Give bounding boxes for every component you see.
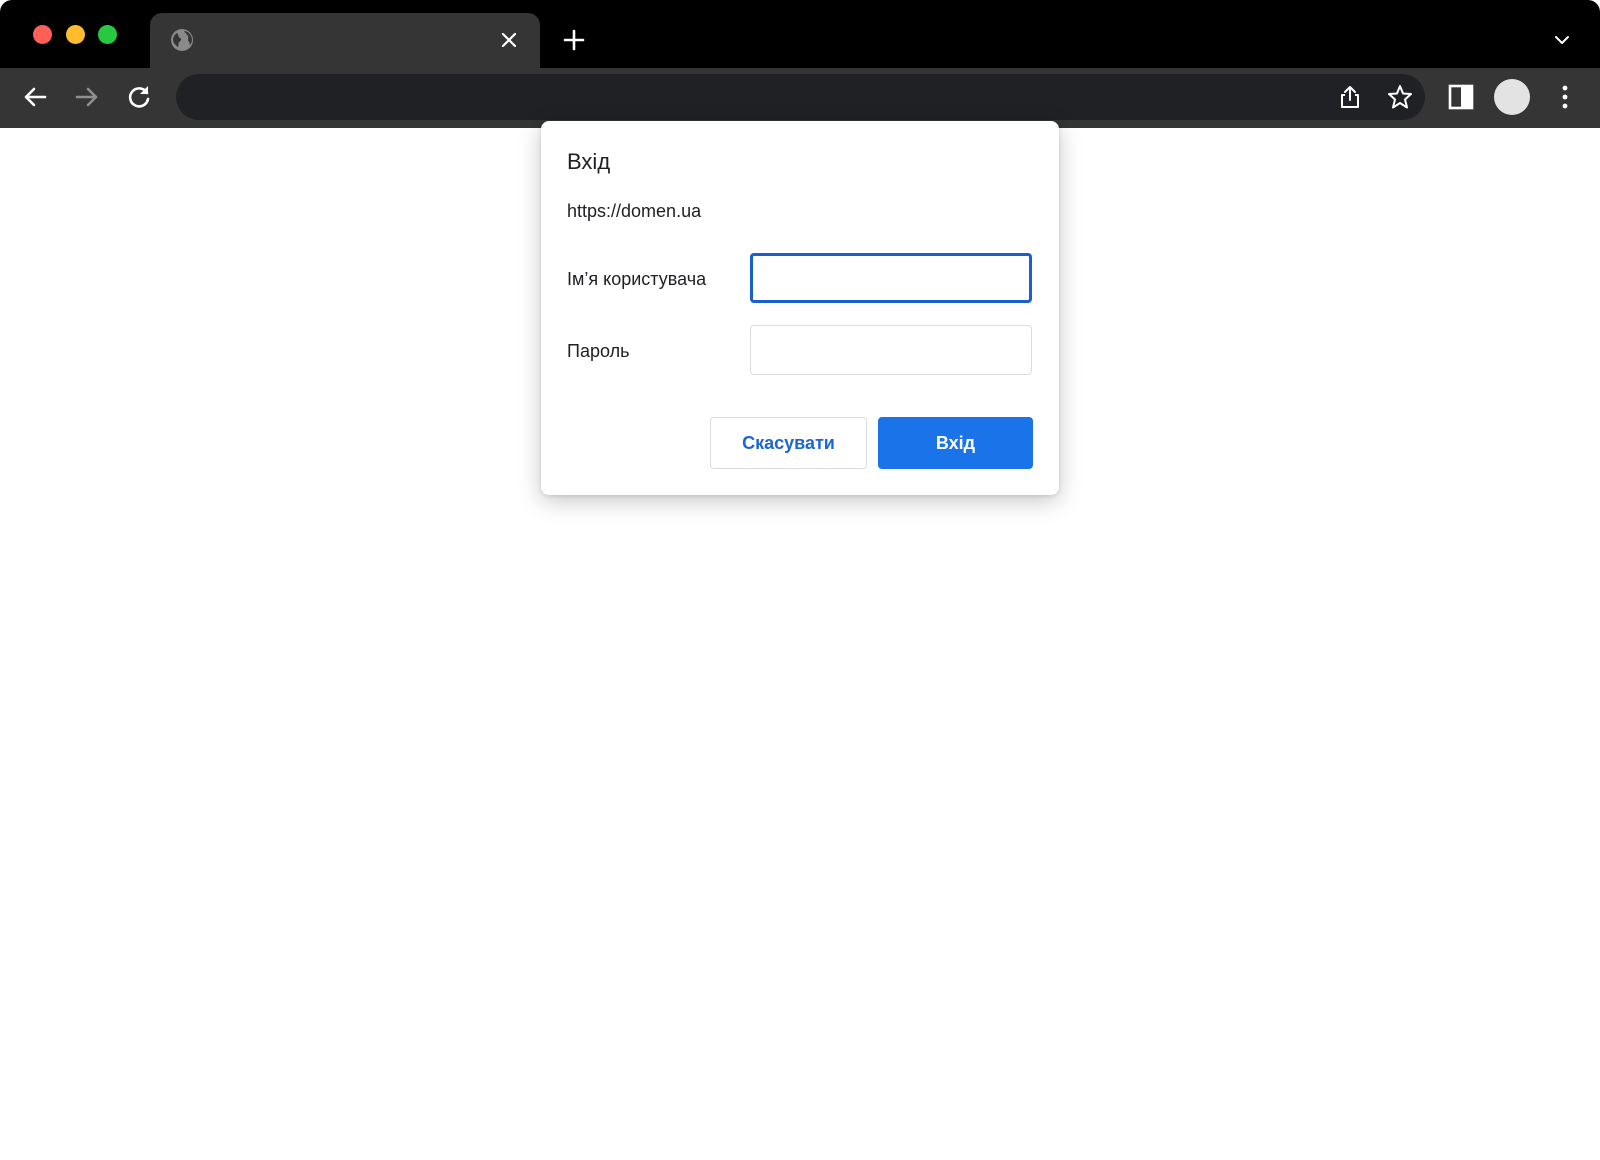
side-panel-icon[interactable] — [1446, 82, 1476, 112]
cancel-button[interactable]: Скасувати — [710, 417, 867, 469]
plus-icon[interactable] — [562, 28, 586, 52]
window-close-button[interactable] — [33, 25, 52, 44]
chevron-down-icon[interactable] — [1552, 30, 1572, 50]
address-bar[interactable] — [176, 74, 1425, 122]
url-input[interactable] — [200, 74, 1304, 122]
browser-toolbar — [0, 68, 1600, 128]
profile-avatar[interactable] — [1494, 79, 1530, 115]
window-minimize-button[interactable] — [66, 25, 85, 44]
reload-icon[interactable] — [124, 82, 154, 112]
window-maximize-button[interactable] — [98, 25, 117, 44]
sign-in-button[interactable]: Вхід — [878, 417, 1033, 469]
star-icon[interactable] — [1386, 83, 1414, 111]
active-tab[interactable] — [150, 13, 540, 68]
password-label: Пароль — [567, 341, 630, 361]
more-menu-icon[interactable] — [1550, 82, 1580, 112]
dialog-title: Вхід — [567, 149, 611, 174]
dialog-origin: https://domen.ua — [567, 201, 702, 221]
globe-icon — [171, 29, 193, 51]
forward-arrow-icon[interactable] — [72, 82, 102, 112]
username-input[interactable] — [750, 253, 1032, 303]
browser-window: Вхід https://domen.ua Ім’я користувача П… — [0, 0, 1600, 1160]
share-icon[interactable] — [1336, 83, 1364, 111]
close-icon[interactable] — [499, 30, 519, 50]
http-auth-dialog: Вхід https://domen.ua Ім’я користувача П… — [541, 121, 1059, 495]
username-label: Ім’я користувача — [567, 269, 707, 289]
tab-strip — [0, 0, 1600, 68]
password-input[interactable] — [750, 325, 1032, 375]
back-arrow-icon[interactable] — [20, 82, 50, 112]
